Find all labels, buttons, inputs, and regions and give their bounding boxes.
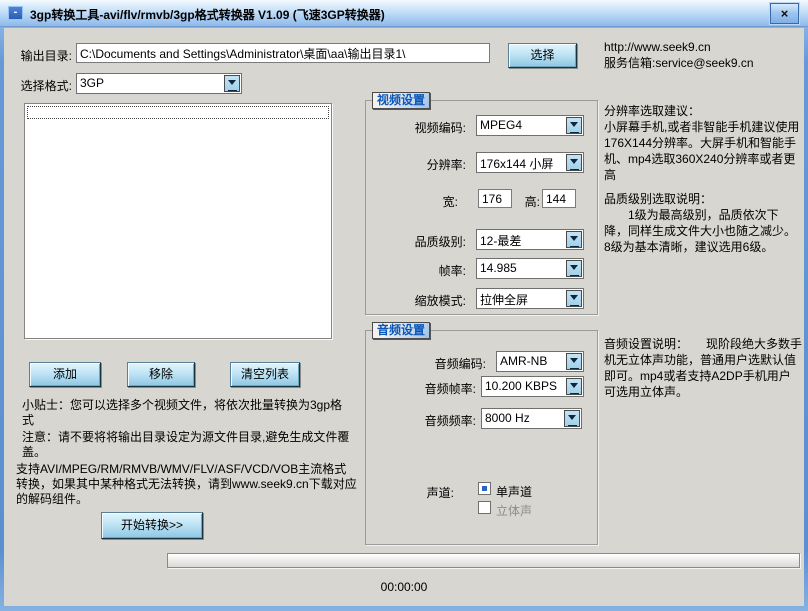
tip-batch-note: 小贴士：您可以选择多个视频文件，将依次批量转换为3gp格式: [22, 398, 352, 428]
add-button[interactable]: 添加: [29, 362, 101, 387]
quality-advice-title: 品质级别选取说明：: [604, 192, 712, 206]
mono-checkbox-label[interactable]: 单声道: [496, 483, 532, 500]
stereo-checkbox[interactable]: [478, 501, 491, 514]
audio-encoder-select[interactable]: AMR-NB: [496, 351, 584, 372]
scale-mode-select[interactable]: 拉伸全屏: [476, 288, 584, 309]
video-settings-group-title: 视频设置: [372, 92, 430, 109]
width-input[interactable]: [478, 189, 512, 208]
channel-label: 声道:: [376, 484, 454, 501]
remove-button[interactable]: 移除: [127, 362, 195, 387]
resolution-advice-body: 小屏幕手机,或者非智能手机建议使用176X144分辨率。大屏手机和智能手机、mp…: [604, 120, 799, 182]
dropdown-arrow-icon[interactable]: [566, 378, 582, 395]
format-select-value: 3GP: [80, 76, 223, 90]
scale-mode-label: 缩放模式:: [376, 292, 466, 309]
client-area: 输出目录: 选择 http://www.seek9.cn 服务信箱:servic…: [4, 28, 804, 606]
format-select[interactable]: 3GP: [76, 73, 242, 94]
resolution-select[interactable]: 176x144 小屏: [476, 152, 584, 173]
audio-settings-group: 音频设置 音频编码: AMR-NB 音频帧率: 10.200 KBPS 音频频率…: [365, 330, 598, 545]
audio-settings-group-title: 音频设置: [372, 322, 430, 339]
app-window: - 3gp转换工具-avi/flv/rmvb/3gp格式转换器 V1.09 (飞…: [0, 0, 808, 611]
quality-value: 12-最差: [480, 232, 565, 249]
dropdown-arrow-icon[interactable]: [224, 75, 240, 92]
resolution-advice: 分辨率选取建议： 小屏幕手机,或者非智能手机建议使用176X144分辨率。大屏手…: [604, 103, 802, 183]
quality-advice: 品质级别选取说明： 1级为最高级别，品质依次下降，同样生成文件大小也随之减少。8…: [604, 191, 802, 255]
fps-select[interactable]: 14.985: [476, 258, 584, 279]
video-encoder-label: 视频编码:: [376, 119, 466, 136]
dropdown-arrow-icon[interactable]: [566, 260, 582, 277]
resolution-advice-title: 分辨率选取建议：: [604, 104, 700, 118]
elapsed-time: 00:00:00: [4, 580, 804, 594]
dropdown-arrow-icon[interactable]: [566, 231, 582, 248]
file-list[interactable]: [24, 103, 332, 339]
video-encoder-value: MPEG4: [480, 118, 565, 132]
format-label: 选择格式:: [14, 77, 72, 94]
app-icon: -: [8, 6, 23, 20]
quality-label: 品质级别:: [376, 233, 466, 250]
title-bar: - 3gp转换工具-avi/flv/rmvb/3gp格式转换器 V1.09 (飞…: [0, 0, 808, 27]
stereo-checkbox-label: 立体声: [496, 502, 532, 519]
file-list-focus-row[interactable]: [27, 106, 329, 119]
browse-button[interactable]: 选择: [508, 43, 577, 68]
window-title: 3gp转换工具-avi/flv/rmvb/3gp格式转换器 V1.09 (飞速3…: [30, 6, 385, 23]
dropdown-arrow-icon[interactable]: [564, 410, 580, 427]
resolution-label: 分辨率:: [376, 156, 466, 173]
scale-mode-value: 拉伸全屏: [480, 291, 565, 308]
tip-supported-formats: 支持AVI/MPEG/RM/RMVB/WMV/FLV/ASF/VCD/VOB主流…: [16, 462, 358, 507]
quality-advice-body: 1级为最高级别，品质依次下降，同样生成文件大小也随之减少。8级为基本清晰，建议选…: [604, 208, 796, 254]
audio-freq-value: 8000 Hz: [485, 411, 563, 425]
video-settings-group: 视频设置 视频编码: MPEG4 分辨率: 176x144 小屏 宽: 高: 品…: [365, 100, 598, 315]
audio-freq-label: 音频频率:: [376, 412, 476, 429]
service-email: 服务信箱:service@seek9.cn: [604, 56, 754, 71]
audio-advice-body: 音频设置说明： 现阶段绝大多数手机无立体声功能，普通用户选默认值即可。mp4或者…: [604, 337, 802, 399]
height-label: 高:: [514, 193, 540, 210]
tip-output-warning: 注意：请不要将将输出目录设定为源文件目录,避免生成文件覆盖。: [22, 430, 352, 460]
start-convert-button[interactable]: 开始转换>>: [101, 512, 203, 539]
website-link[interactable]: http://www.seek9.cn: [604, 40, 711, 55]
audio-bitrate-select[interactable]: 10.200 KBPS: [481, 376, 584, 397]
resolution-value: 176x144 小屏: [480, 155, 565, 172]
output-dir-input[interactable]: [76, 43, 490, 63]
audio-freq-select[interactable]: 8000 Hz: [481, 408, 582, 429]
dropdown-arrow-icon[interactable]: [566, 290, 582, 307]
progress-bar: [167, 553, 800, 568]
audio-bitrate-value: 10.200 KBPS: [485, 379, 565, 393]
audio-advice: 音频设置说明： 现阶段绝大多数手机无立体声功能，普通用户选默认值即可。mp4或者…: [604, 336, 802, 400]
height-input[interactable]: [542, 189, 576, 208]
audio-encoder-value: AMR-NB: [500, 354, 565, 368]
dropdown-arrow-icon[interactable]: [566, 353, 582, 370]
clear-list-button[interactable]: 清空列表: [230, 362, 300, 387]
width-label: 宽:: [416, 193, 458, 210]
output-dir-label: 输出目录:: [14, 47, 72, 64]
dropdown-arrow-icon[interactable]: [566, 154, 582, 171]
fps-label: 帧率:: [376, 262, 466, 279]
dropdown-arrow-icon[interactable]: [566, 117, 582, 134]
close-button[interactable]: ×: [770, 3, 799, 24]
fps-value: 14.985: [480, 261, 565, 275]
audio-bitrate-label: 音频帧率:: [376, 380, 476, 397]
mono-checkbox[interactable]: [478, 482, 491, 495]
video-encoder-select[interactable]: MPEG4: [476, 115, 584, 136]
quality-select[interactable]: 12-最差: [476, 229, 584, 250]
audio-encoder-label: 音频编码:: [376, 355, 486, 372]
